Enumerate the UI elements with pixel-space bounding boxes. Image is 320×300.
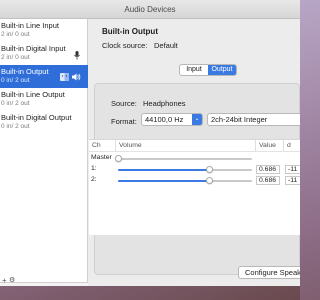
column-header-value: Value (259, 142, 276, 149)
device-title: Built-in Output (102, 27, 158, 36)
device-item-digital-input[interactable]: Built-in Digital Input 2 in/ 0 out (0, 42, 88, 65)
clock-source-label: Clock source: (102, 41, 148, 50)
device-name: Built-in Digital Output (1, 113, 72, 122)
device-name: Built-in Line Output (1, 90, 65, 99)
ch2-volume-knob[interactable] (206, 177, 214, 184)
device-channels: 2 in/ 0 out (1, 31, 30, 38)
bit-format-value: 2ch-24bit Integer (211, 115, 268, 124)
row-label-ch2: 2: (91, 176, 97, 183)
source-label: Source: (111, 99, 137, 108)
device-channels: 0 in/ 2 out (1, 100, 30, 107)
bit-format-select[interactable]: 2ch-24bit Integer (207, 113, 300, 126)
configure-speakers-button[interactable]: Configure Speakers... (238, 266, 300, 279)
gear-icon[interactable]: ⚙ (9, 276, 15, 284)
column-divider (283, 140, 284, 151)
sample-rate-value: 44100,0 Hz (145, 115, 184, 124)
ch2-db-field[interactable]: -11 (285, 176, 300, 185)
input-output-tabs: Input Output (179, 64, 237, 76)
add-device-button[interactable]: + (2, 276, 7, 285)
tab-input[interactable]: Input (180, 65, 208, 75)
device-channels: 0 in/ 2 out (1, 77, 30, 84)
ch1-db-field[interactable]: -11 (285, 165, 300, 174)
ch1-value-field[interactable]: 0.686 (256, 165, 280, 174)
device-name: Built-in Line Input (1, 21, 59, 30)
column-header-db: d (287, 142, 291, 149)
finder-icon (60, 73, 69, 83)
device-channels: 2 in/ 0 out (1, 54, 30, 61)
master-volume-track[interactable] (118, 158, 252, 160)
device-item-digital-output[interactable]: Built-in Digital Output 0 in/ 2 out (0, 111, 88, 134)
device-detail: Built-in Output Clock source: Default In… (89, 19, 300, 286)
device-item-line-output[interactable]: Built-in Line Output 0 in/ 2 out (0, 88, 88, 111)
microphone-icon (74, 51, 80, 62)
ch2-value-field[interactable]: 0.686 (256, 176, 280, 185)
volume-fill (118, 180, 210, 182)
sample-rate-select[interactable]: 44100,0 Hz ⌄ (141, 113, 203, 126)
device-name: Built-in Output (1, 67, 49, 76)
device-channels: 0 in/ 2 out (1, 123, 30, 130)
volume-table: Ch Volume Value d Master 1: 0.686 -11 2: (89, 139, 300, 235)
format-label: Format: (111, 117, 137, 126)
device-item-line-input[interactable]: Built-in Line Input 2 in/ 0 out (0, 19, 88, 42)
column-header-volume: Volume (119, 142, 142, 149)
row-label-ch1: 1: (91, 165, 97, 172)
window-title: Audio Devices (0, 0, 300, 19)
column-divider (255, 140, 256, 151)
ch2-volume-track[interactable] (118, 180, 252, 182)
source-value[interactable]: Headphones (143, 99, 186, 108)
ch1-volume-knob[interactable] (206, 166, 214, 173)
volume-fill (118, 169, 210, 171)
audio-devices-window: Audio Devices Built-in Line Input 2 in/ … (0, 0, 300, 286)
master-volume-knob[interactable] (114, 155, 122, 162)
column-header-ch: Ch (92, 142, 101, 149)
device-list: Built-in Line Input 2 in/ 0 out Built-in… (0, 19, 88, 282)
header-divider (89, 151, 300, 152)
clock-source-value[interactable]: Default (154, 41, 178, 50)
row-label-master: Master (91, 154, 112, 161)
device-name: Built-in Digital Input (1, 44, 66, 53)
device-item-built-in-output[interactable]: Built-in Output 0 in/ 2 out (0, 65, 88, 88)
column-divider (115, 140, 116, 151)
chevron-down-icon: ⌄ (192, 114, 202, 125)
tab-output[interactable]: Output (208, 65, 236, 75)
ch1-volume-track[interactable] (118, 169, 252, 171)
speaker-icon (72, 73, 81, 83)
